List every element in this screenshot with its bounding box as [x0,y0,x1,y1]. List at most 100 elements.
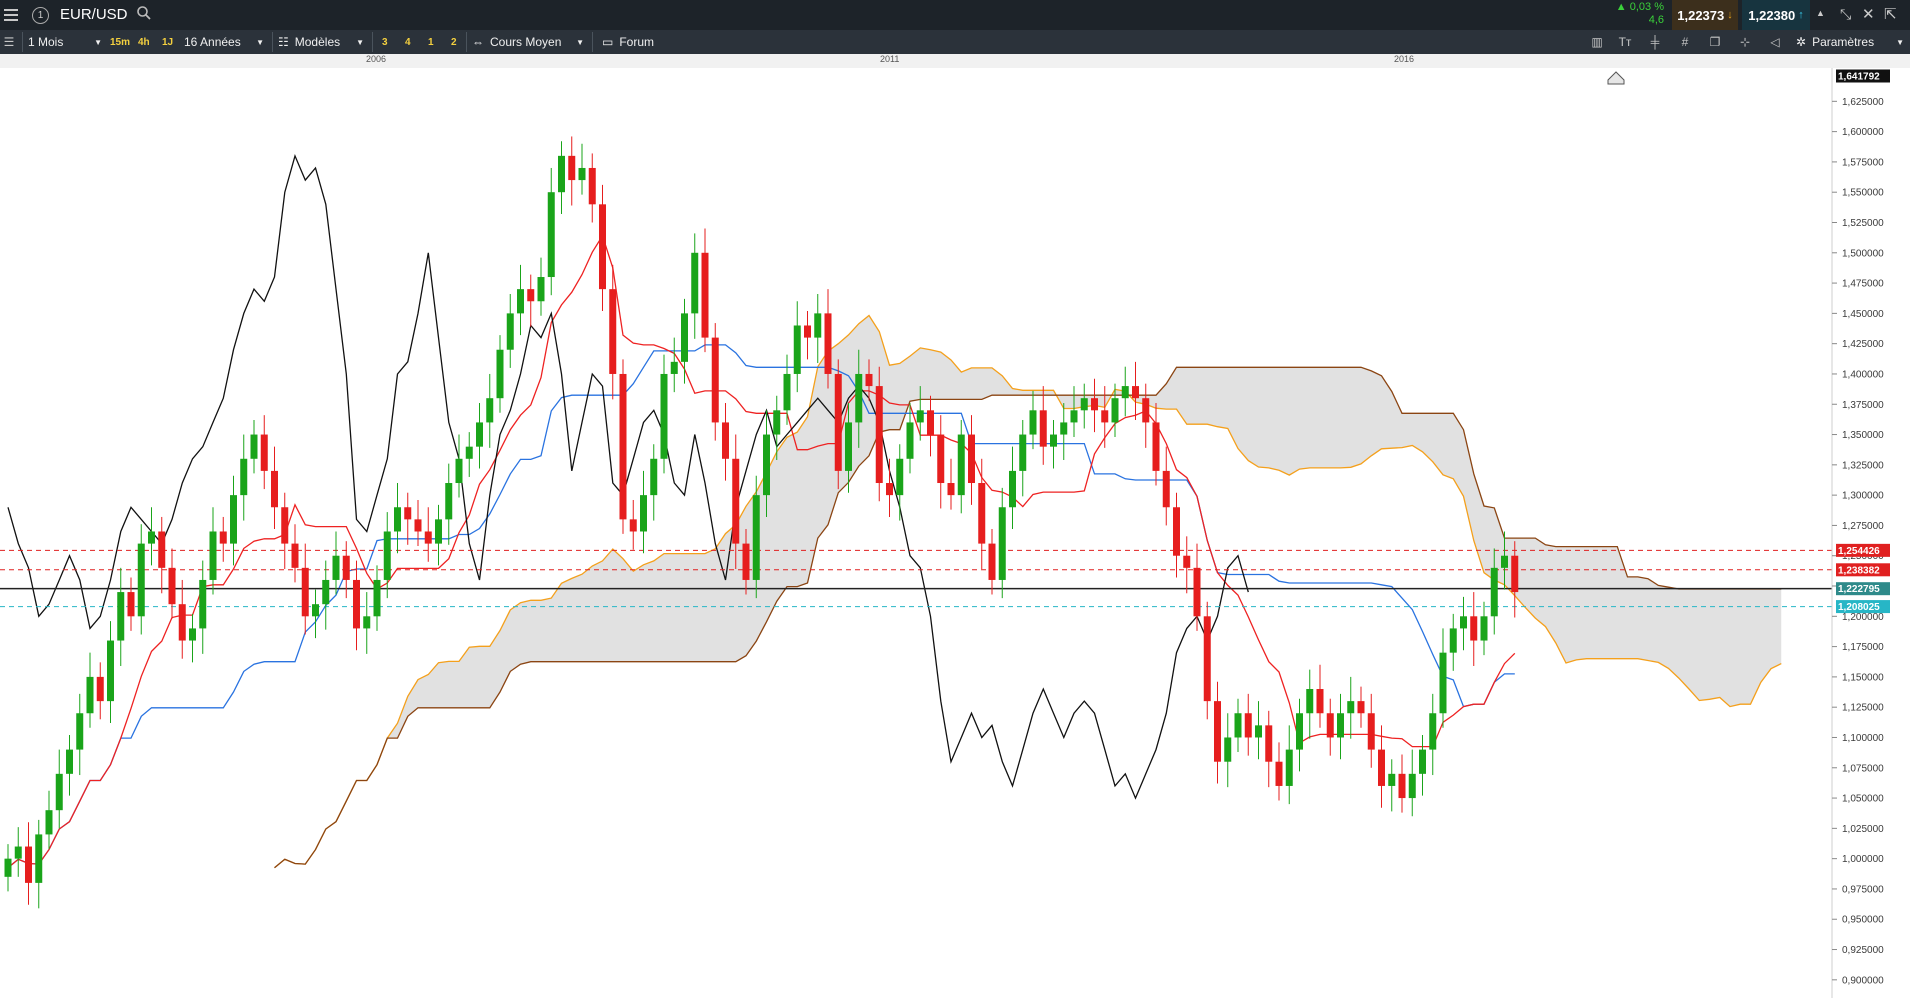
range-select[interactable]: 16 Années ▼ [184,33,264,51]
candle-down [978,483,986,544]
forum-label: Forum [619,35,655,49]
candle-up [752,495,760,580]
layout-2[interactable]: 2 [451,35,457,49]
candle-up [783,373,791,411]
y-tick-label: 1,575000 [1842,157,1884,168]
models-select[interactable]: ☷ Modèles ▼ [278,33,364,51]
y-tick-label: 1,475000 [1842,279,1884,290]
price-tag-label: 1,641792 [1838,72,1880,83]
candle-up [394,507,401,532]
candle-up [1460,616,1467,629]
candle-up [383,531,391,580]
chart-svg[interactable]: 0,900000 0,925000 0,950000 0,975000 1,000000… [0,68,1910,998]
candle-up [76,713,84,750]
y-tick-label: 1,325000 [1842,460,1884,471]
candle-up [957,434,965,496]
instrument-symbol[interactable]: EUR/USD [60,6,128,23]
layers-icon[interactable]: ❐ [1706,34,1724,50]
candle-down [732,458,740,544]
candle-down [1316,689,1324,714]
candle-up [906,422,914,459]
panels-icon[interactable]: ▥ [1588,34,1606,50]
candle-up [1388,773,1396,786]
price-tag-label: 1,254426 [1838,546,1880,557]
layout-3[interactable]: 3 [382,35,388,49]
period-label: 1 Mois [28,35,64,49]
y-tick-label: 1,150000 [1842,672,1884,683]
period-select[interactable]: 1 Mois ▼ [28,33,104,51]
candle-down [937,434,945,484]
candle-down [1183,555,1191,568]
sell-price-button[interactable]: 1,22373 ↓ [1672,0,1738,30]
crosshair-icon[interactable]: ╪ [1646,34,1664,50]
candle-down [1203,616,1211,702]
candle-down [168,567,176,605]
minimize-icon[interactable]: ⤡ [1840,6,1851,23]
y-tick-label: 1,625000 [1842,97,1884,108]
candle-up [1019,434,1027,471]
y-tick-label: 1,275000 [1842,521,1884,532]
search-icon[interactable] [136,5,152,21]
gear-icon: ✲ [1796,35,1807,49]
layout-1[interactable]: 1 [428,35,434,49]
chevron-down-icon: ▼ [1896,37,1904,47]
timeframe-1j[interactable]: 1J [162,35,173,49]
y-tick-label: 1,050000 [1842,794,1884,805]
y-tick-label: 1,075000 [1842,763,1884,774]
candle-down [865,373,873,387]
y-tick-label: 1,200000 [1842,612,1884,623]
y-tick-label: 1,400000 [1842,369,1884,380]
candle-up [670,361,678,374]
candle-down [424,531,432,544]
candle-down [1244,713,1252,738]
y-tick-label: 1,500000 [1842,248,1884,259]
candle-up [1419,749,1426,774]
candle-up [1080,398,1088,411]
candle-down [1378,749,1385,786]
timeframe-15m[interactable]: 15m [110,35,130,49]
candle-down [1173,507,1180,556]
menu-icon[interactable] [4,6,18,24]
candle-up [558,155,565,193]
price-type-select[interactable]: ⇔ Cours Moyen ▼ [472,33,584,51]
candle-up [496,349,504,399]
info-icon[interactable]: 1 [32,7,49,24]
y-tick-label: 1,550000 [1842,188,1884,199]
forum-button[interactable]: ▭ Forum [602,33,672,51]
candle-up [486,398,494,423]
dropdown-arrow-icon[interactable]: ▲ [1816,8,1825,18]
ichimoku-chart[interactable]: 0,900000 0,925000 0,950000 0,975000 1,000000… [0,68,1910,998]
candle-up [1050,434,1057,447]
buy-price-button[interactable]: 1,22380 ↑ [1742,0,1810,30]
y-tick-label: 1,600000 [1842,127,1884,138]
target-icon[interactable]: ⊹ [1736,34,1754,50]
chart-list-icon[interactable]: ☰ [0,34,18,50]
candle-down [414,519,422,532]
candle-up [1121,386,1129,399]
candle-up [240,458,248,496]
candle-down [301,567,309,617]
year-label-2006: 2006 [366,54,387,64]
price-tag-label: 1,208025 [1838,602,1880,613]
text-size-icon[interactable]: Tт [1616,34,1634,50]
candle-up [650,458,658,496]
up-arrow-icon: ▲ [1615,1,1627,13]
up-tick-icon: ↑ [1798,9,1804,21]
candle-up [435,519,442,544]
candle-down [722,422,729,459]
layout-4[interactable]: 4 [405,35,411,49]
grid-icon[interactable]: # [1676,34,1694,50]
candle-up [14,846,22,859]
candle-up [1347,701,1355,714]
close-icon[interactable]: ✕ [1862,5,1875,23]
chart-toolbar: ☰ 1 Mois ▼ 15m 4h 1J 16 Années ▼ ☷ Modèl… [0,30,1910,54]
tag-icon[interactable]: ◁ [1766,34,1784,50]
candle-down [1101,410,1109,423]
popout-icon[interactable]: ⇱ [1884,5,1897,23]
candle-down [629,519,637,532]
buy-price: 1,22380 [1748,7,1796,23]
candle-down [178,604,186,641]
timeframe-4h[interactable]: 4h [138,35,150,49]
settings-button[interactable]: ✲ Paramètres ▼ [1796,33,1906,51]
price-tag-label: 1,238382 [1838,565,1880,576]
